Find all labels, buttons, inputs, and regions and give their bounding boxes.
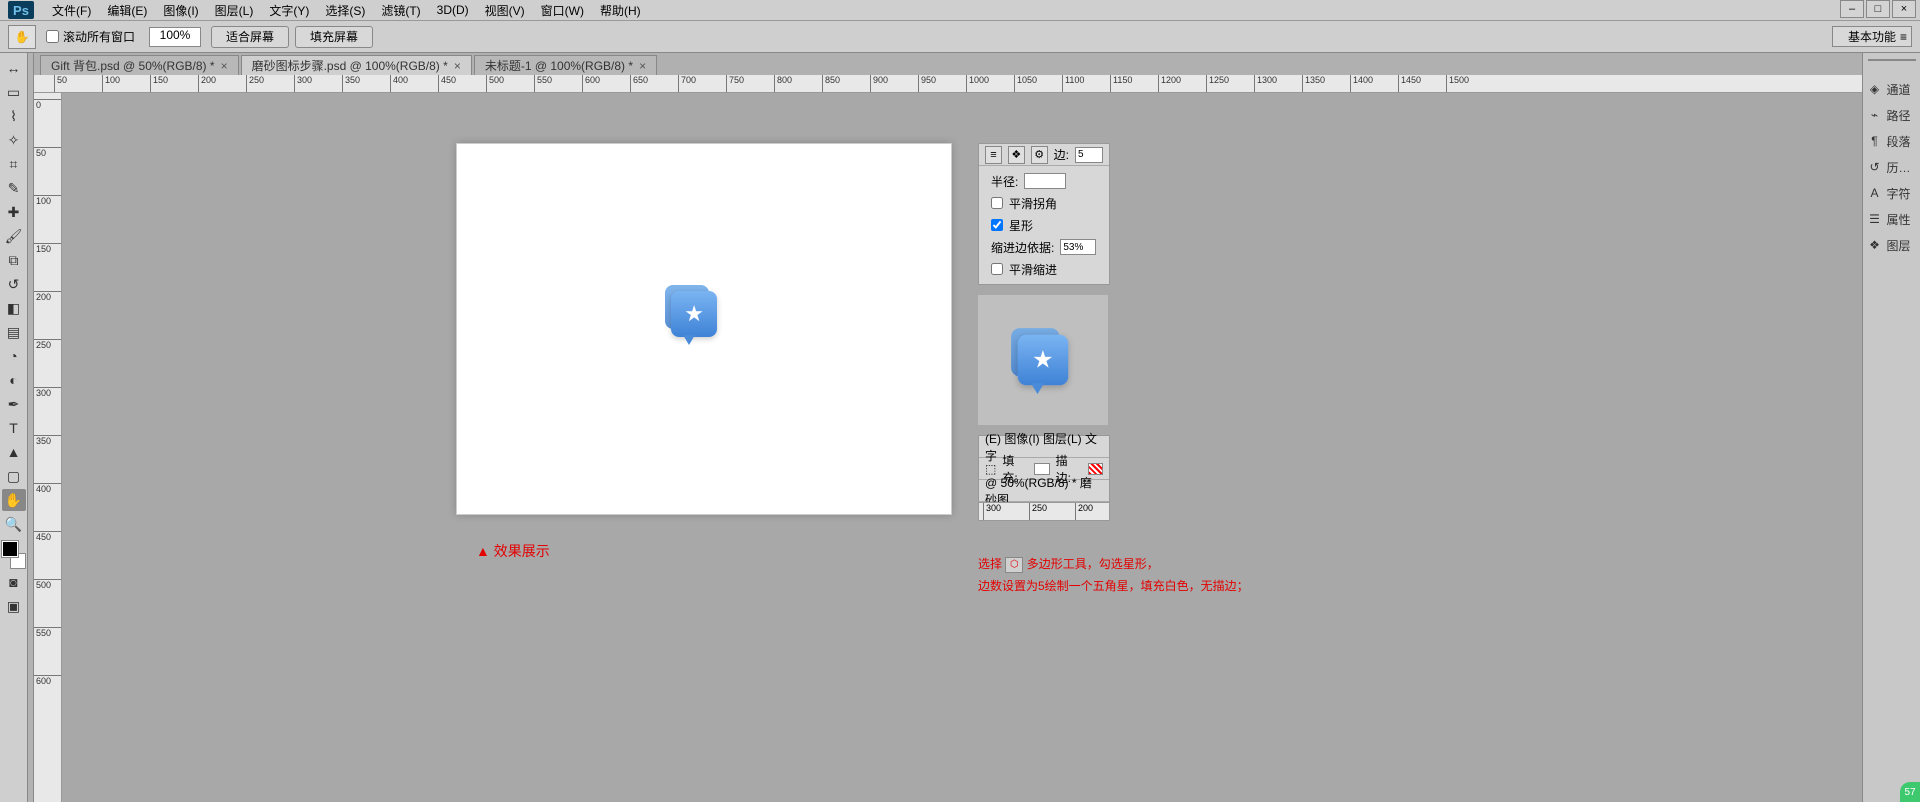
scroll-all-checkbox-input[interactable] — [46, 30, 59, 43]
sides-input[interactable] — [1075, 147, 1103, 163]
marquee-tool-icon[interactable]: ▭ — [2, 81, 26, 103]
zoom-tool-icon[interactable]: 🔍 — [2, 513, 26, 535]
dock-history[interactable]: ↺历… — [1867, 157, 1917, 177]
menu-file[interactable]: 文件(F) — [44, 0, 99, 21]
step-thumbnail: ★ — [978, 295, 1108, 425]
horizontal-ruler[interactable]: 5010015020025030035040045050055060065070… — [34, 75, 1862, 93]
fill-screen-button[interactable]: 填充屏幕 — [295, 26, 373, 48]
smooth-corners-checkbox[interactable] — [991, 197, 1003, 209]
chat-bubble-star-icon: ★ — [1018, 335, 1069, 386]
indent-input[interactable] — [1060, 239, 1096, 255]
clone-stamp-tool-icon[interactable]: ⧉ — [2, 249, 26, 271]
window-minimize-button[interactable]: – — [1840, 0, 1864, 18]
dodge-tool-icon[interactable]: ◐ — [2, 369, 26, 391]
smooth-indent-checkbox[interactable] — [991, 263, 1003, 275]
menu-select[interactable]: 选择(S) — [317, 0, 373, 21]
star-icon: ★ — [1032, 346, 1054, 375]
mini-options-panel: (E) 图像(I) 图层(L) 文字 ⬚ 填充: 描边: — [978, 435, 1110, 521]
sides-label: 边: — [1054, 146, 1069, 163]
radius-input[interactable] — [1024, 173, 1066, 189]
result-canvas: ★ — [456, 143, 952, 515]
smooth-indent-label: 平滑缩进 — [1009, 261, 1057, 278]
history-brush-tool-icon[interactable]: ↺ — [2, 273, 26, 295]
radius-label: 半径: — [991, 173, 1018, 190]
window-close-button[interactable]: × — [1892, 0, 1916, 18]
menu-window[interactable]: 窗口(W) — [533, 0, 592, 21]
instruction-text: 选择 ⬡ 多边形工具，勾选星形， 边数设置为5绘制一个五角星，填充白色，无描边； — [978, 553, 1468, 597]
eyedropper-tool-icon[interactable]: ✎ — [2, 177, 26, 199]
toolbox: ↔ ▭ ⌇ ✧ ⌗ ✎ ✚ 🖌 ⧉ ↺ ◧ ▤ ◔ ◐ ✒ T ▲ ▢ ✋ 🔍 — [0, 53, 28, 802]
window-maximize-button[interactable]: □ — [1866, 0, 1890, 18]
align-icon[interactable]: ≡ — [985, 146, 1002, 164]
move-tool-icon[interactable]: ↔ — [2, 57, 26, 79]
scroll-all-windows-checkbox[interactable]: 滚动所有窗口 — [46, 28, 135, 45]
menu-filter[interactable]: 滤镜(T) — [373, 0, 428, 21]
close-icon[interactable]: × — [639, 59, 646, 73]
type-tool-icon[interactable]: T — [2, 417, 26, 439]
menu-bar: Ps 文件(F) 编辑(E) 图像(I) 图层(L) 文字(Y) 选择(S) 滤… — [0, 0, 1920, 21]
result-label: ▲ 效果展示 — [476, 541, 550, 561]
document-tabs: Gift 背包.psd @ 50%(RGB/8) *× 磨砂图标步骤.psd @… — [34, 53, 1862, 75]
document-tab[interactable]: 磨砂图标步骤.psd @ 100%(RGB/8) *× — [241, 55, 472, 75]
menu-image[interactable]: 图像(I) — [155, 0, 206, 21]
dock-paragraph[interactable]: ¶段落 — [1867, 131, 1917, 151]
document-tab[interactable]: Gift 背包.psd @ 50%(RGB/8) *× — [40, 55, 239, 75]
polygon-tool-icon: ⬡ — [1005, 557, 1023, 573]
dock-channels[interactable]: ◈通道 — [1867, 79, 1917, 99]
menu-help[interactable]: 帮助(H) — [592, 0, 649, 21]
close-icon[interactable]: × — [221, 59, 228, 73]
brush-tool-icon[interactable]: 🖌 — [2, 225, 26, 247]
vertical-ruler[interactable]: 050100150200250300350400450500550600 — [34, 93, 62, 802]
document-tab[interactable]: 未标题-1 @ 100%(RGB/8) *× — [474, 55, 657, 75]
workspace-switcher[interactable]: 基本功能 — [1832, 26, 1912, 47]
app-logo: Ps — [8, 1, 34, 19]
mini-ruler: 300250200 — [979, 502, 1109, 520]
blur-tool-icon[interactable]: ◔ — [2, 345, 26, 367]
menu-edit[interactable]: 编辑(E) — [99, 0, 155, 21]
eraser-tool-icon[interactable]: ◧ — [2, 297, 26, 319]
polygon-options-panel: ≡ ❖ ⚙ 边: 半径: — [978, 143, 1110, 285]
path-selection-tool-icon[interactable]: ▲ — [2, 441, 26, 463]
menu-view[interactable]: 视图(V) — [477, 0, 533, 21]
healing-brush-tool-icon[interactable]: ✚ — [2, 201, 26, 223]
zoom-level-input[interactable]: 100% — [149, 27, 201, 47]
gear-icon[interactable]: ⚙ — [1031, 146, 1048, 164]
hand-tool-icon[interactable]: ✋ — [2, 489, 26, 511]
magic-wand-tool-icon[interactable]: ✧ — [2, 129, 26, 151]
color-swatches[interactable] — [2, 541, 26, 569]
hand-tool-preset-icon[interactable]: ✋ — [8, 25, 36, 49]
menu-layer[interactable]: 图层(L) — [207, 0, 262, 21]
gradient-tool-icon[interactable]: ▤ — [2, 321, 26, 343]
star-icon: ★ — [684, 301, 704, 327]
options-bar: ✋ 滚动所有窗口 100% 适合屏幕 填充屏幕 基本功能 — [0, 21, 1920, 53]
star-label: 星形 — [1009, 217, 1033, 234]
right-panel-dock: ◈通道 ⌁路径 ¶段落 ↺历… A字符 ☰属性 ❖图层 — [1862, 53, 1920, 802]
close-icon[interactable]: × — [454, 59, 461, 73]
shape-tool-icon[interactable]: ▢ — [2, 465, 26, 487]
dock-properties[interactable]: ☰属性 — [1867, 209, 1917, 229]
star-checkbox[interactable] — [991, 219, 1003, 231]
scroll-all-label: 滚动所有窗口 — [63, 28, 135, 45]
lasso-tool-icon[interactable]: ⌇ — [2, 105, 26, 127]
menu-type[interactable]: 文字(Y) — [261, 0, 317, 21]
corner-badge: 57 — [1900, 782, 1920, 802]
menu-3d[interactable]: 3D(D) — [429, 1, 477, 19]
chat-bubble-star-icon: ★ — [671, 291, 717, 337]
smooth-corners-label: 平滑拐角 — [1009, 195, 1057, 212]
foreground-color-swatch[interactable] — [2, 541, 18, 557]
indent-label: 缩进边依据: — [991, 239, 1054, 256]
canvas-viewport[interactable]: ★ ▲ 效果展示 ≡ ❖ — [62, 93, 1862, 802]
dock-character[interactable]: A字符 — [1867, 183, 1917, 203]
pen-tool-icon[interactable]: ✒ — [2, 393, 26, 415]
dock-layers[interactable]: ❖图层 — [1867, 235, 1917, 255]
screen-mode-icon[interactable]: ▣ — [2, 595, 26, 617]
quick-mask-icon[interactable]: ◙ — [2, 571, 26, 593]
fit-screen-button[interactable]: 适合屏幕 — [211, 26, 289, 48]
dock-paths[interactable]: ⌁路径 — [1867, 105, 1917, 125]
arrange-icon[interactable]: ❖ — [1008, 146, 1025, 164]
crop-tool-icon[interactable]: ⌗ — [2, 153, 26, 175]
